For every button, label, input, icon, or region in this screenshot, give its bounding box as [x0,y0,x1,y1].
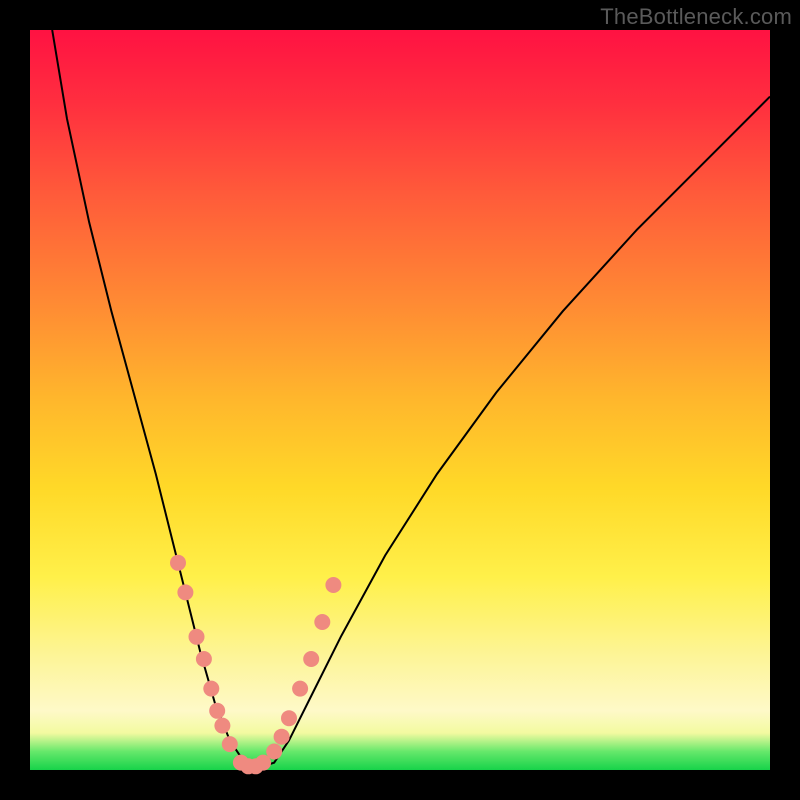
highlight-dot [209,703,225,719]
highlight-dot [177,584,193,600]
highlight-dot [274,729,290,745]
highlight-dot [196,651,212,667]
watermark-text: TheBottleneck.com [600,4,792,30]
highlight-dots-group [170,555,341,775]
highlight-dot [281,710,297,726]
highlight-dot [314,614,330,630]
highlight-dot [325,577,341,593]
highlight-dot [266,744,282,760]
bottleneck-curve [52,30,770,770]
highlight-dot [189,629,205,645]
plot-area [30,30,770,770]
highlight-dot [303,651,319,667]
chart-frame: TheBottleneck.com [0,0,800,800]
chart-svg [30,30,770,770]
highlight-dot [222,736,238,752]
highlight-dot [214,718,230,734]
highlight-dot [170,555,186,571]
highlight-dot [292,681,308,697]
highlight-dot [203,681,219,697]
